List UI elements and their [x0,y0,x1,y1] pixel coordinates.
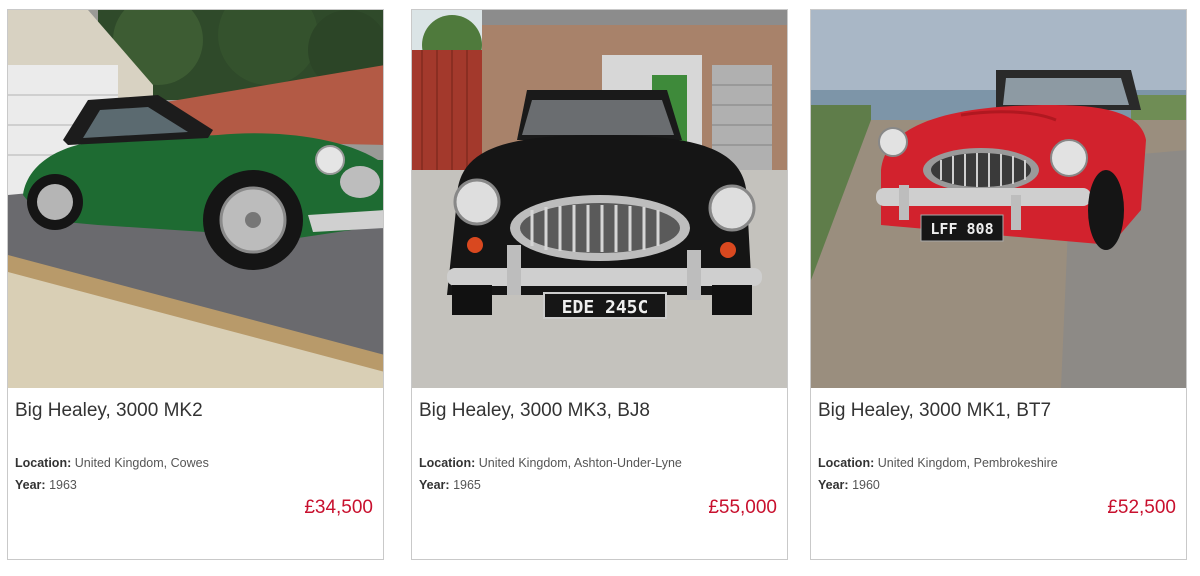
listing-price: £52,500 [1107,497,1176,518]
listing-card-2[interactable]: EDE 245C Big Healey, 3000 MK3, BJ8 Locat… [411,9,788,560]
location-label: Location: [419,456,476,470]
year-value: 1965 [453,478,481,492]
car-photo-black-roadster[interactable]: EDE 245C [412,10,787,388]
listing-card-3[interactable]: LFF 808 Big Healey, 3000 MK1, BT7 Locati… [810,9,1187,560]
license-plate: LFF 808 [930,220,993,238]
year-value: 1963 [49,478,77,492]
listing-location: Location: United Kingdom, Pembrokeshire [818,456,1058,470]
location-label: Location: [15,456,72,470]
listing-year: Year: 1963 [15,478,77,492]
listing-year: Year: 1965 [419,478,481,492]
listing-year: Year: 1960 [818,478,880,492]
year-label: Year: [818,478,849,492]
listing-price: £55,000 [708,497,777,518]
listing-title[interactable]: Big Healey, 3000 MK1, BT7 [818,400,1051,422]
license-plate: EDE 245C [562,297,649,318]
car-photo-red-roadster[interactable]: LFF 808 [811,10,1186,388]
listing-price: £34,500 [304,497,373,518]
listing-location: Location: United Kingdom, Cowes [15,456,209,470]
listing-location: Location: United Kingdom, Ashton-Under-L… [419,456,682,470]
location-value: United Kingdom, Ashton-Under-Lyne [478,456,682,470]
listing-title[interactable]: Big Healey, 3000 MK2 [15,400,203,422]
listing-card-1[interactable]: Big Healey, 3000 MK2 Location: United Ki… [7,9,384,560]
year-label: Year: [419,478,450,492]
location-value: United Kingdom, Pembrokeshire [877,456,1058,470]
year-value: 1960 [852,478,880,492]
location-label: Location: [818,456,875,470]
year-label: Year: [15,478,46,492]
listing-title[interactable]: Big Healey, 3000 MK3, BJ8 [419,400,650,422]
car-photo-green-roadster[interactable] [8,10,383,388]
location-value: United Kingdom, Cowes [74,456,209,470]
